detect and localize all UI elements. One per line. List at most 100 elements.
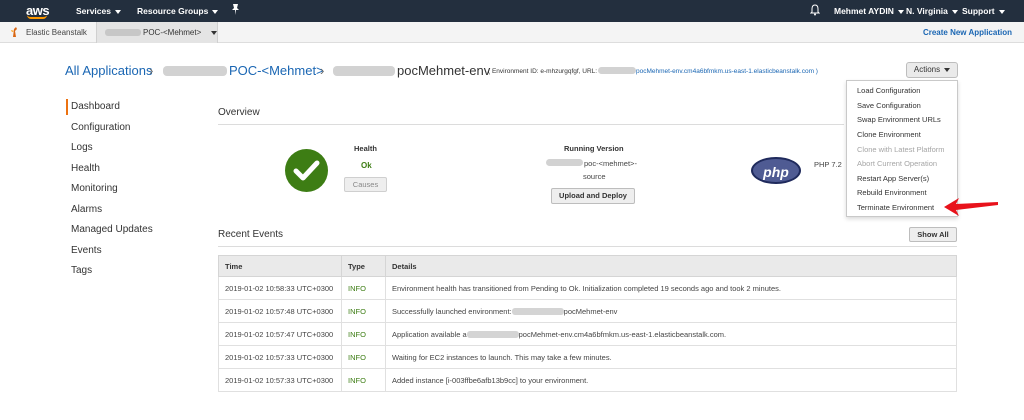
event-time: 2019-01-02 10:57:47 UTC+0300: [218, 322, 342, 346]
causes-button[interactable]: Causes: [344, 177, 387, 192]
environment-url-link[interactable]: pocMehmet-env.cm4a6bfmkm.us-east-1.elast…: [636, 68, 818, 75]
pin-icon[interactable]: [231, 4, 240, 17]
column-header-type[interactable]: Type: [341, 255, 386, 277]
redacted-text: [466, 331, 519, 339]
health-ok-icon: [285, 149, 328, 192]
event-details: Added instance [i-003ffbe6afb13b9cc] to …: [385, 368, 957, 392]
menu-item-terminate-environment[interactable]: Terminate Environment: [857, 203, 934, 212]
chevron-down-icon: [998, 9, 1005, 14]
menu-item-save-configuration[interactable]: Save Configuration: [857, 101, 921, 110]
actions-button[interactable]: Actions: [906, 62, 958, 78]
sidebar-item-monitoring[interactable]: Monitoring: [71, 183, 118, 194]
menu-item-swap-environment-urls[interactable]: Swap Environment URLs: [857, 115, 941, 124]
event-details-prefix: Successfully launched environment:: [392, 306, 512, 316]
event-time: 2019-01-02 10:58:33 UTC+0300: [218, 276, 342, 300]
active-indicator: [66, 99, 68, 115]
table-row: 2019-01-02 10:57:33 UTC+0300 INFO Waitin…: [218, 345, 957, 369]
user-name: Mehmet AYDIN: [834, 6, 894, 16]
bell-icon[interactable]: [809, 4, 821, 18]
redacted-text: [511, 308, 564, 316]
event-type: INFO: [341, 345, 386, 369]
sidebar-item-logs[interactable]: Logs: [71, 142, 93, 153]
php-logo: php: [751, 157, 801, 184]
region-name: N. Virginia: [906, 6, 948, 16]
chevron-down-icon: [897, 9, 904, 14]
recent-events-title: Recent Events: [218, 229, 284, 240]
support-menu[interactable]: Support: [962, 6, 1005, 16]
column-header-time[interactable]: Time: [218, 255, 342, 277]
aws-logo-smile: [27, 15, 47, 19]
breadcrumb-environment: pocMehmet-env: [397, 63, 491, 78]
redacted-text: [163, 66, 227, 76]
actions-dropdown-menu: Load Configuration Save Configuration Sw…: [846, 80, 958, 217]
chevron-down-icon: [212, 9, 219, 14]
sidebar-item-configuration[interactable]: Configuration: [71, 122, 130, 133]
elastic-beanstalk-icon: [11, 27, 17, 37]
menu-item-abort-operation: Abort Current Operation: [857, 159, 938, 168]
running-version-label: Running Version: [564, 144, 624, 153]
breadcrumb-all-applications[interactable]: All Applications: [65, 63, 152, 78]
event-details-suffix: pocMehmet-env.cm4a6bfmkm.us-east-1.elast…: [518, 329, 727, 339]
platform-name: PHP 7.2: [814, 160, 842, 169]
environment-id: ( Environment ID: e-mhzurgqfgf, URL:: [488, 68, 598, 75]
service-name[interactable]: Elastic Beanstalk: [26, 28, 87, 37]
health-status: Ok: [361, 161, 372, 170]
event-details: Environment health has transitioned from…: [385, 276, 957, 300]
table-row: 2019-01-02 10:57:48 UTC+0300 INFO Succes…: [218, 299, 957, 323]
column-header-details[interactable]: Details: [385, 255, 957, 277]
running-version-name: poc-<mehmet>-: [584, 159, 637, 168]
event-type: INFO: [341, 276, 386, 300]
actions-label: Actions: [913, 65, 941, 74]
menu-item-restart-app-servers[interactable]: Restart App Server(s): [857, 174, 929, 183]
overview-divider: [218, 124, 844, 125]
services-menu[interactable]: Services: [76, 6, 121, 16]
sidebar-item-dashboard[interactable]: Dashboard: [71, 101, 120, 112]
redacted-text: [105, 29, 141, 36]
service-sub-navigation: Elastic Beanstalk POC-<Mehmet> Create Ne…: [0, 22, 1024, 43]
red-arrow-annotation: [944, 198, 998, 216]
table-row: 2019-01-02 10:57:47 UTC+0300 INFO Applic…: [218, 322, 957, 346]
table-header-row: Time Type Details: [218, 255, 957, 277]
event-details: Application available a pocMehmet-env.cm4…: [385, 322, 957, 346]
sidebar-navigation: Dashboard Configuration Logs Health Moni…: [66, 99, 186, 284]
events-table: Time Type Details 2019-01-02 10:58:33 UT…: [218, 255, 957, 392]
breadcrumb-application[interactable]: POC-<Mehmet>: [229, 63, 324, 78]
table-row: 2019-01-02 10:58:33 UTC+0300 INFO Enviro…: [218, 276, 957, 300]
sidebar-item-health[interactable]: Health: [71, 163, 100, 174]
redacted-text: [333, 66, 395, 76]
menu-item-clone-environment[interactable]: Clone Environment: [857, 130, 921, 139]
resource-groups-menu[interactable]: Resource Groups: [137, 6, 219, 16]
health-label: Health: [354, 144, 377, 153]
chevron-down-icon: [211, 31, 217, 35]
event-type: INFO: [341, 322, 386, 346]
event-time: 2019-01-02 10:57:33 UTC+0300: [218, 345, 342, 369]
sidebar-item-tags[interactable]: Tags: [71, 265, 92, 276]
event-details-suffix: pocMehmet-env: [563, 306, 618, 316]
menu-item-load-configuration[interactable]: Load Configuration: [857, 86, 920, 95]
application-tab[interactable]: POC-<Mehmet>: [96, 22, 218, 43]
overview-title: Overview: [218, 107, 260, 118]
event-type: INFO: [341, 299, 386, 323]
events-divider: [218, 246, 957, 247]
upload-and-deploy-button[interactable]: Upload and Deploy: [551, 188, 635, 204]
event-time: 2019-01-02 10:57:33 UTC+0300: [218, 368, 342, 392]
application-tab-label: POC-<Mehmet>: [143, 28, 202, 37]
chevron-down-icon: [944, 67, 951, 72]
create-new-application-link[interactable]: Create New Application: [923, 28, 1012, 37]
event-details: Waiting for EC2 instances to launch. Thi…: [385, 345, 957, 369]
chevron-down-icon: [114, 9, 121, 14]
menu-item-clone-latest-platform: Clone with Latest Platform: [857, 145, 945, 154]
show-all-button[interactable]: Show All: [909, 227, 957, 242]
resource-groups-label: Resource Groups: [137, 6, 209, 16]
region-menu[interactable]: N. Virginia: [906, 6, 958, 16]
event-details: Successfully launched environment: pocMeh…: [385, 299, 957, 323]
sidebar-item-managed-updates[interactable]: Managed Updates: [71, 224, 153, 235]
user-menu[interactable]: Mehmet AYDIN: [834, 6, 904, 16]
table-row: 2019-01-02 10:57:33 UTC+0300 INFO Added …: [218, 368, 957, 392]
running-version-source: source: [583, 172, 606, 181]
chevron-down-icon: [951, 9, 958, 14]
sidebar-item-events[interactable]: Events: [71, 245, 102, 256]
menu-item-rebuild-environment[interactable]: Rebuild Environment: [857, 188, 927, 197]
sidebar-item-alarms[interactable]: Alarms: [71, 204, 102, 215]
breadcrumb-separator-icon: ›: [149, 63, 154, 78]
